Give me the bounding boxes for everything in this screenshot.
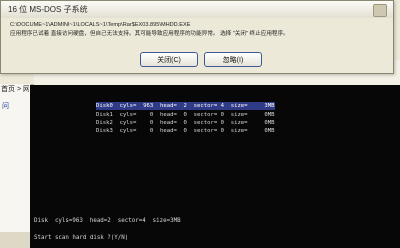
disk-row-3[interactable]: Disk3 cyls= 0 head= 0 sector= 0 size= 0M… xyxy=(96,127,275,135)
console-window[interactable]: Disk0 cyls= 963 head= 2 sector= 4 size= … xyxy=(30,85,400,248)
dialog-titlebar[interactable]: 16 位 MS-DOS 子系统 xyxy=(1,1,393,18)
disk-row-1[interactable]: Disk1 cyls= 0 head= 0 sector= 0 size= 0M… xyxy=(96,111,275,119)
dialog-title: 16 位 MS-DOS 子系统 xyxy=(8,5,88,14)
scan-prompt: Start scan hard disk ?(Y/N) xyxy=(34,235,129,241)
disk-info-line: Disk cyls=963 head=2 sector=4 size=3MB xyxy=(34,218,181,224)
ignore-button[interactable]: 忽略(I) xyxy=(204,52,262,67)
dialog-message-text: 应用程序已试着 直接访问硬盘，但自己无法支持。其可能导致应用程序的功能异常。 选… xyxy=(10,31,289,37)
disk-row-0[interactable]: Disk0 cyls= 963 head= 2 sector= 4 size= … xyxy=(96,102,275,110)
window-close-icon[interactable] xyxy=(373,4,387,17)
close-button[interactable]: 关闭(C) xyxy=(140,52,198,67)
sidebar-link[interactable]: 问 xyxy=(2,101,28,113)
error-dialog: 16 位 MS-DOS 子系统 C:\DOCUME~1\ADMINI~1\LOC… xyxy=(0,0,394,74)
disk-row-2[interactable]: Disk2 cyls= 0 head= 0 sector= 0 size= 0M… xyxy=(96,119,275,127)
breadcrumb[interactable]: 首页 > 网 xyxy=(1,84,29,96)
dialog-path-text: C:\DOCUME~1\ADMINI~1\LOCALS~1\Temp\Rar$E… xyxy=(10,22,191,28)
